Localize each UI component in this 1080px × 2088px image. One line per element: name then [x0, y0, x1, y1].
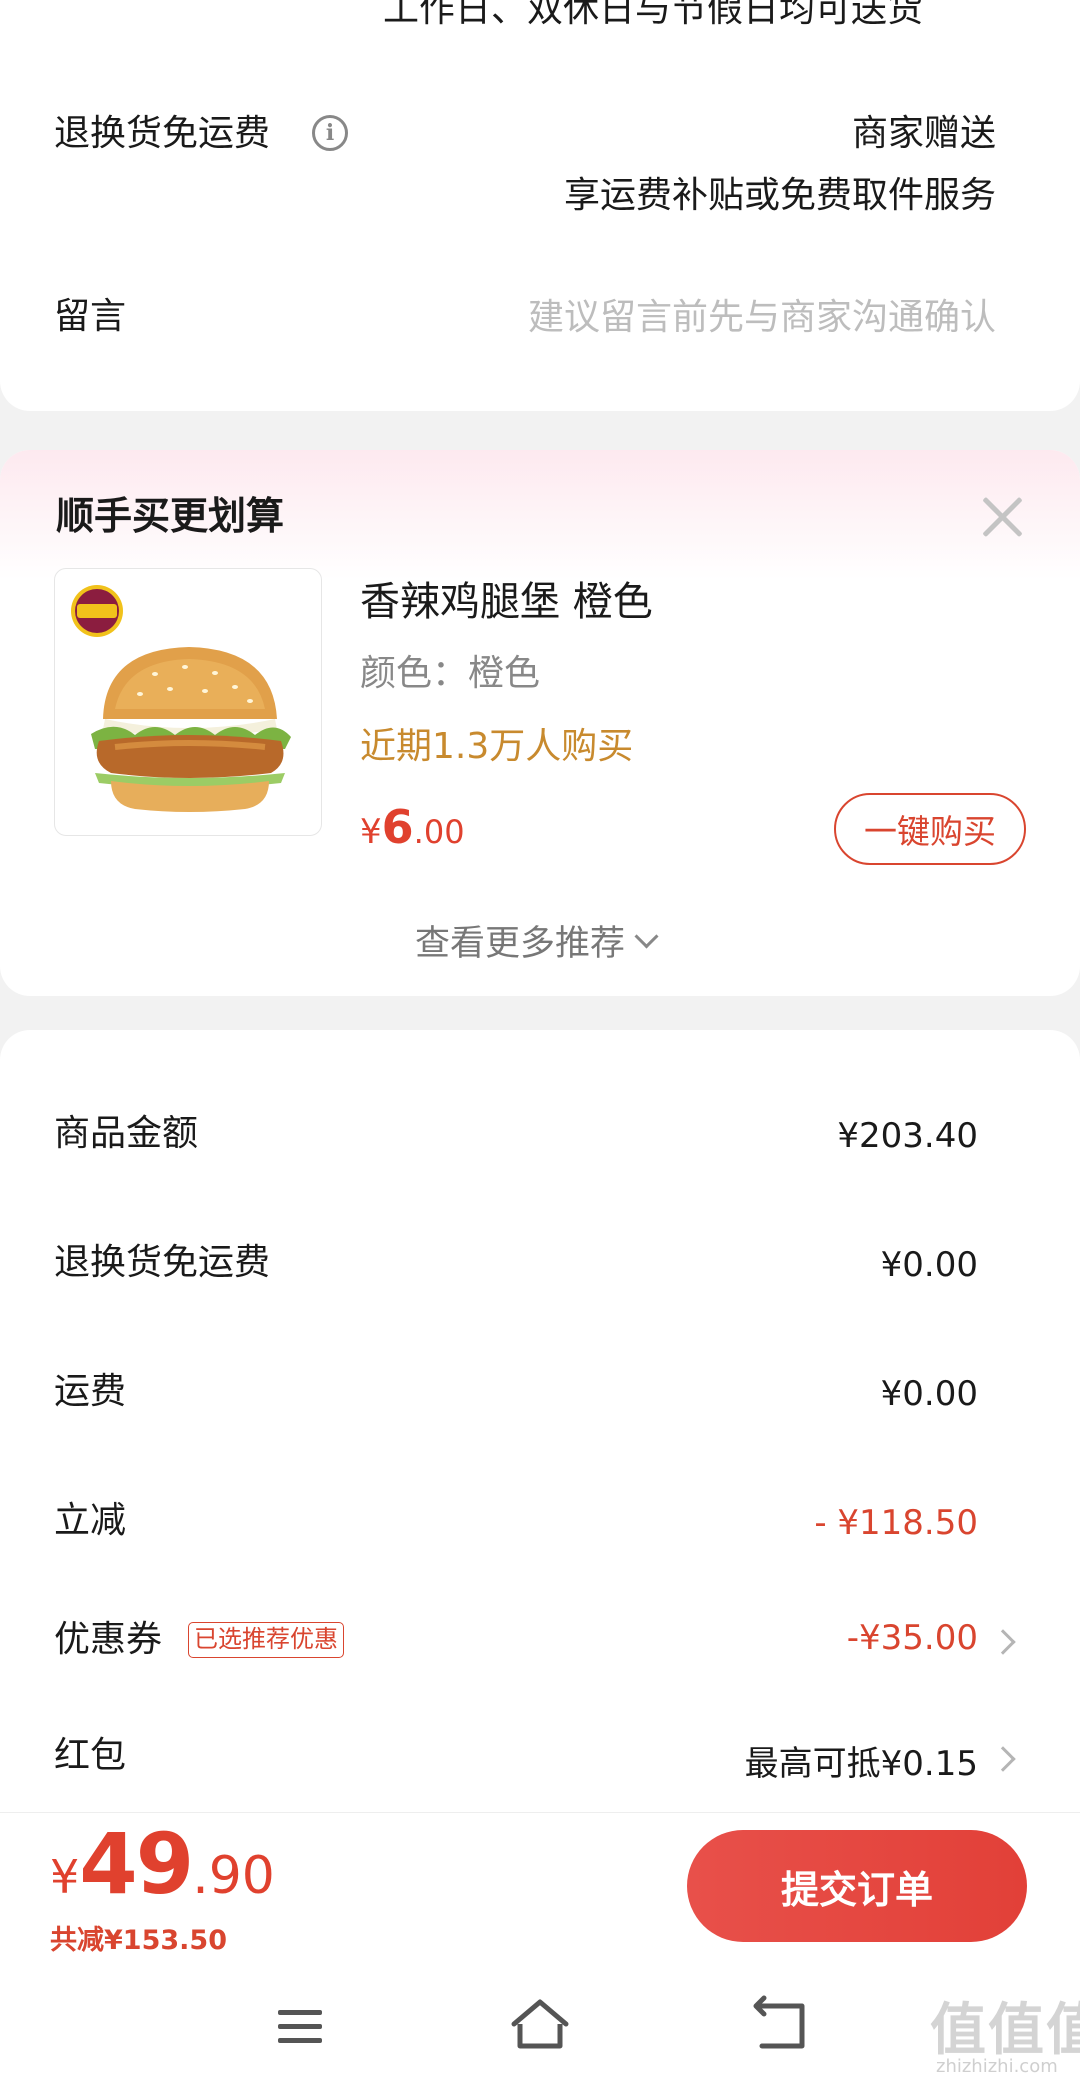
summary-row-value: ¥203.40: [837, 1116, 978, 1156]
menu-icon[interactable]: [260, 1990, 340, 2062]
price-decimal: .00: [413, 813, 465, 851]
summary-row-value: ¥0.00: [880, 1245, 978, 1285]
product-spec: 颜色：橙色: [360, 653, 541, 694]
summary-row-label: 运费: [54, 1371, 127, 1412]
summary-row-label: 商品金额: [54, 1113, 199, 1154]
summary-row-label: 立减: [54, 1500, 127, 1541]
total-price: ¥ 49 .90: [50, 1815, 275, 1913]
total-decimal: .90: [192, 1846, 275, 1906]
recommendation-title: 顺手买更划算: [56, 494, 285, 538]
coupon-badge: 已选推荐优惠: [188, 1622, 344, 1658]
return-shipping-label: 退换货免运费: [54, 113, 271, 154]
product-price: ¥ 6 .00: [360, 800, 465, 854]
back-icon-glyph: [753, 1995, 805, 2049]
total-discount: 共减¥153.50: [50, 1925, 227, 1956]
watermark-logo: 值值值: [930, 1998, 1080, 2063]
order-options-card: 工作日、双休日与节假日均可送货 退换货免运费 i 商家赠送 享运费补贴或免费取件…: [0, 0, 1080, 411]
watermark-url: zhizhizhi.com: [936, 2056, 1058, 2077]
product-name[interactable]: 香辣鸡腿堡 橙色: [360, 575, 653, 629]
summary-row-value: ¥0.00: [880, 1374, 978, 1414]
return-shipping-value: 商家赠送: [851, 113, 996, 154]
delivery-note: 工作日、双休日与节假日均可送货: [383, 0, 924, 30]
product-sales: 近期1.3万人购买: [360, 726, 634, 767]
one-click-buy-button[interactable]: 一键购买: [834, 793, 1026, 865]
more-recommendations-link[interactable]: 查看更多推荐: [415, 915, 657, 966]
return-shipping-detail: 享运费补贴或免费取件服务: [563, 175, 996, 216]
chevron-down-icon: [635, 930, 657, 952]
total-currency: ¥: [50, 1850, 80, 1904]
coupon-value[interactable]: -¥35.00: [847, 1618, 978, 1658]
home-icon-glyph: [511, 1999, 569, 2049]
product-image[interactable]: [54, 568, 322, 836]
more-recommendations-label: 查看更多推荐: [415, 924, 626, 964]
info-icon[interactable]: i: [312, 115, 348, 151]
back-icon[interactable]: [740, 1990, 820, 2062]
close-icon[interactable]: [980, 495, 1024, 539]
message-label: 留言: [54, 296, 127, 337]
price-integer: 6: [381, 800, 414, 854]
message-input[interactable]: [330, 287, 996, 347]
red-packet-label[interactable]: 红包: [54, 1732, 126, 1780]
submit-order-button[interactable]: 提交订单: [687, 1830, 1027, 1942]
price-currency: ¥: [360, 812, 382, 852]
burger-image: [71, 585, 291, 812]
summary-row-label: 退换货免运费: [54, 1242, 271, 1283]
red-packet-value[interactable]: 最高可抵¥0.15: [745, 1736, 978, 1785]
home-icon[interactable]: [500, 1990, 580, 2062]
coupon-label[interactable]: 优惠券: [54, 1616, 162, 1664]
total-integer: 49: [79, 1815, 194, 1913]
recommendation-card: 顺手买更划算 香辣鸡腿堡 橙色 颜色：橙色 近期1.3万人购买 ¥ 6 .00 …: [0, 450, 1080, 996]
instant-discount-value: - ¥118.50: [814, 1503, 978, 1543]
